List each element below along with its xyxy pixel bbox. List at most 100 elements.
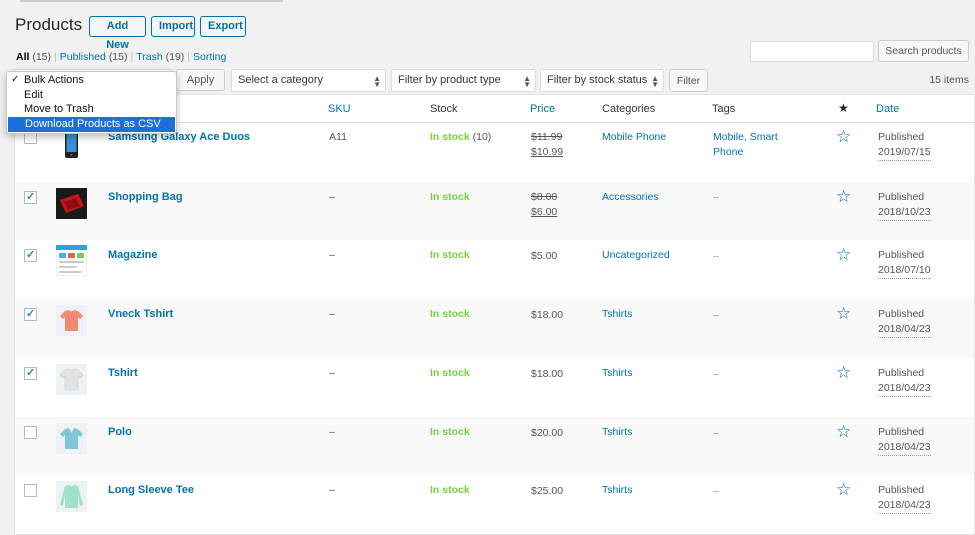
featured-star-icon[interactable]: ☆ — [836, 187, 851, 207]
product-price: $18.00 — [531, 309, 564, 322]
table-row: Long Sleeve Tee – In stock $25.00 Tshirt… — [15, 475, 974, 534]
bulk-option-move-to-trash[interactable]: Move to Trash — [7, 102, 176, 117]
long-sleeve-icon — [56, 481, 87, 513]
stock-status: In stock (10) — [430, 131, 492, 143]
tshirt-icon — [56, 363, 87, 395]
status-views: All (15) | Published (15) | Trash (19) | Sorti… — [16, 51, 227, 63]
product-date: Published 2018/04/23 — [878, 483, 931, 515]
product-sku: – — [329, 425, 335, 438]
featured-star-icon[interactable]: ☆ — [836, 480, 851, 500]
stock-status-select[interactable]: Filter by stock status ▲ ▼ — [540, 69, 664, 92]
chevron-down-icon: ▼ — [373, 80, 381, 89]
featured-star-icon[interactable]: ☆ — [836, 245, 851, 265]
product-tags[interactable]: Mobile, Smart Phone — [713, 130, 778, 160]
stock-status: In stock — [430, 484, 470, 497]
view-all[interactable]: All — [16, 51, 29, 63]
row-checkbox[interactable] — [24, 484, 37, 498]
product-date: Published 2018/10/23 — [878, 190, 931, 221]
checkmark-icon: ✓ — [11, 74, 20, 85]
featured-star-icon[interactable]: ★ — [838, 101, 849, 115]
page-title: Products — [15, 15, 83, 34]
row-checkbox[interactable]: ✓ — [24, 249, 37, 263]
product-type-select[interactable]: Filter by product type ▲ ▼ — [391, 69, 536, 92]
column-date[interactable]: Date — [876, 103, 899, 115]
checkmark-icon: ✓ — [26, 249, 36, 262]
product-date: Published 2018/07/10 — [878, 248, 931, 280]
polo-icon — [56, 422, 87, 454]
row-checkbox[interactable]: ✓ — [24, 308, 37, 322]
featured-star-icon[interactable]: ☆ — [836, 127, 851, 147]
export-button[interactable]: Export — [200, 16, 246, 37]
column-sku[interactable]: SKU — [328, 103, 351, 115]
product-category-link[interactable]: Tshirts — [602, 367, 632, 379]
product-name-link[interactable]: Tshirt — [108, 367, 138, 379]
product-name-link[interactable]: Magazine — [108, 249, 158, 261]
row-checkbox[interactable] — [24, 425, 37, 439]
product-sku: – — [329, 308, 335, 321]
product-name-link[interactable]: Polo — [108, 426, 132, 438]
search-products-button[interactable]: Search products — [878, 40, 969, 62]
product-category-link[interactable]: Tshirts — [602, 426, 632, 438]
items-count: 15 items — [929, 74, 969, 86]
chevron-down-icon: ▼ — [651, 80, 659, 89]
product-sku: – — [329, 366, 335, 379]
product-tags: – — [713, 250, 719, 263]
column-price[interactable]: Price — [530, 103, 555, 115]
stock-status: In stock — [430, 425, 470, 438]
import-button[interactable]: Import — [151, 16, 195, 37]
product-sku: – — [329, 484, 335, 497]
featured-star-icon[interactable]: ☆ — [836, 422, 851, 442]
bag-icon — [56, 187, 87, 219]
product-category-link[interactable]: Uncategorized — [602, 249, 670, 261]
view-published[interactable]: Published — [60, 51, 106, 63]
product-name-link[interactable]: Vneck Tshirt — [108, 308, 173, 320]
top-divider — [20, 0, 283, 2]
bulk-option-bulk-actions[interactable]: ✓ Bulk Actions — [7, 73, 176, 88]
product-category-link[interactable]: Tshirts — [602, 484, 632, 496]
tshirt-icon — [56, 305, 87, 337]
search-input[interactable] — [750, 41, 874, 62]
product-price: $5.00 — [531, 250, 558, 263]
product-date: Published 2019/07/15 — [878, 130, 931, 161]
product-name-link[interactable]: Long Sleeve Tee — [108, 484, 194, 496]
product-date: Published 2018/04/23 — [878, 425, 931, 456]
products-table: SKU Stock Price Categories Tags ★ Date S… — [14, 94, 975, 535]
table-row: ✓ Magazine – In stock $5.00 Uncategorize… — [15, 240, 974, 299]
product-tags: – — [713, 426, 719, 439]
row-checkbox[interactable]: ✓ — [24, 366, 37, 380]
column-tags: Tags — [712, 103, 736, 115]
product-price: $20.00 — [531, 426, 564, 439]
product-category-link[interactable]: Accessories — [602, 191, 659, 203]
featured-star-icon[interactable]: ☆ — [836, 304, 851, 324]
table-row: Polo – In stock $20.00 Tshirts – ☆ Publi… — [15, 416, 974, 476]
view-all-count: (15) — [32, 51, 52, 63]
magazine-icon — [56, 245, 87, 277]
filter-button[interactable]: Filter — [669, 69, 708, 92]
product-price: $25.00 — [531, 485, 564, 498]
category-select[interactable]: Select a category ▲ ▼ — [231, 69, 386, 92]
stock-status: In stock — [430, 308, 470, 321]
product-tags: – — [713, 485, 719, 498]
checkmark-icon: ✓ — [26, 308, 36, 321]
column-stock: Stock — [430, 103, 458, 115]
view-published-count: (15) — [108, 51, 128, 63]
bulk-actions-dropdown: ✓ Bulk Actions Edit Move to Trash Downlo… — [6, 71, 177, 134]
add-new-button[interactable]: Add New — [89, 16, 146, 51]
product-date: Published 2018/04/23 — [878, 307, 931, 339]
row-checkbox[interactable]: ✓ — [24, 190, 37, 204]
product-sku: A11 — [329, 131, 347, 143]
product-price: $18.00 — [531, 367, 564, 380]
stock-status: In stock — [430, 190, 470, 203]
product-category-link[interactable]: Mobile Phone — [602, 131, 666, 143]
bulk-option-edit[interactable]: Edit — [7, 88, 176, 103]
product-name-link[interactable]: Shopping Bag — [108, 191, 183, 203]
apply-button[interactable]: Apply — [176, 69, 225, 91]
featured-star-icon[interactable]: ☆ — [836, 363, 851, 383]
view-trash-count: (19) — [165, 51, 185, 63]
stock-status: In stock — [430, 249, 470, 262]
bulk-option-download-csv[interactable]: Download Products as CSV — [8, 117, 175, 132]
product-tags: – — [713, 367, 719, 380]
view-trash[interactable]: Trash — [136, 51, 162, 63]
product-category-link[interactable]: Tshirts — [602, 308, 632, 320]
view-sorting[interactable]: Sorting — [193, 51, 226, 63]
